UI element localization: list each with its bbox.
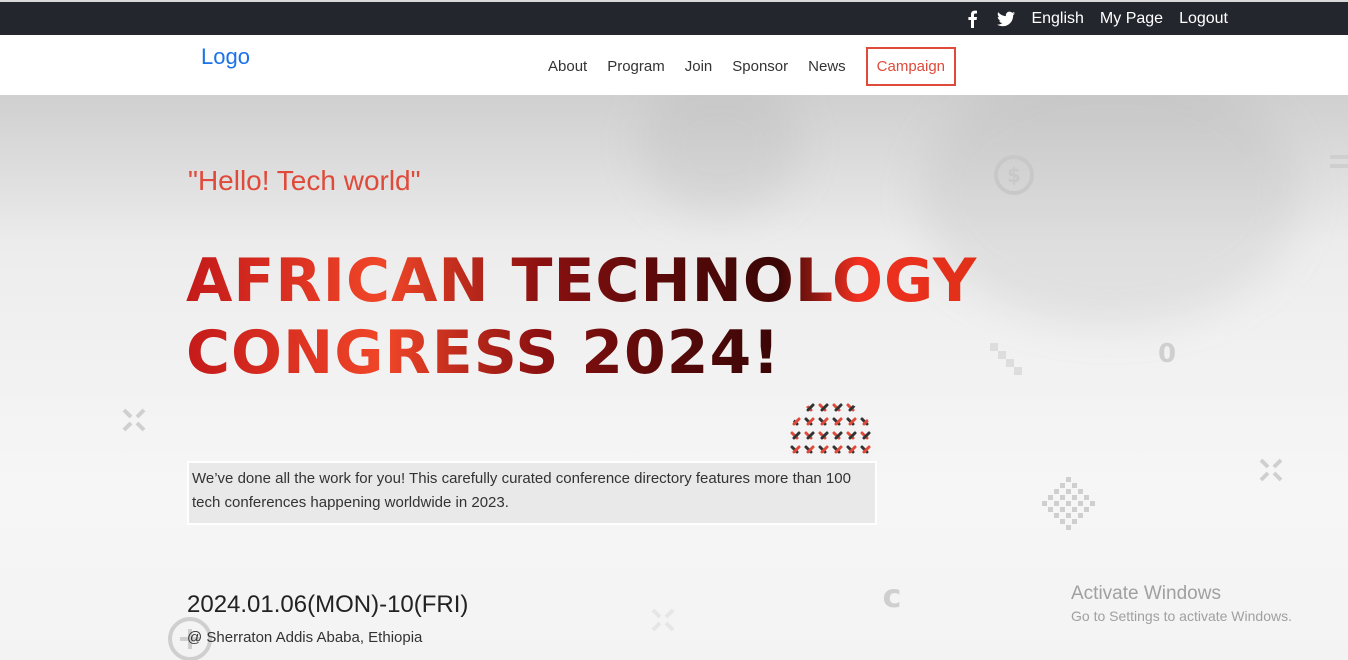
event-venue: @ Sherraton Addis Ababa, Ethiopia bbox=[187, 629, 423, 646]
svg-text:$: $ bbox=[1007, 163, 1021, 187]
watermark-title: Activate Windows bbox=[1071, 583, 1221, 604]
nav-join[interactable]: Join bbox=[685, 48, 713, 86]
nav-news[interactable]: News bbox=[808, 48, 846, 86]
top-utility-bar: English My Page Logout bbox=[0, 0, 1348, 35]
utility-links: English My Page Logout bbox=[963, 2, 1228, 35]
zero-glyph-icon: 0 bbox=[1158, 339, 1176, 366]
cross-arrows-icon bbox=[122, 408, 146, 432]
hero-description: We’ve done all the work for you! This ca… bbox=[187, 461, 877, 525]
hero-section: $ 0 c "Hello! Tech world" AFRICAN TECHNO… bbox=[0, 95, 1348, 660]
nav-program[interactable]: Program bbox=[607, 48, 665, 86]
facebook-icon[interactable] bbox=[963, 10, 981, 28]
logout-link[interactable]: Logout bbox=[1179, 10, 1228, 28]
equals-icon bbox=[1330, 155, 1348, 168]
pixel-cluster-icon bbox=[990, 343, 1022, 375]
patterned-circle-icon bbox=[788, 399, 874, 461]
main-header: Logo About Program Join Sponsor News Cam… bbox=[0, 35, 1348, 95]
windows-activation-watermark: Activate Windows Go to Settings to activ… bbox=[1071, 583, 1292, 624]
nav-campaign[interactable]: Campaign bbox=[865, 47, 957, 86]
hero-title-line2: CONGRESS 2024! bbox=[186, 318, 781, 388]
cross-arrows-icon bbox=[651, 608, 675, 632]
c-glyph-icon: c bbox=[883, 580, 902, 612]
nav-about[interactable]: About bbox=[548, 48, 587, 86]
watermark-subtitle: Go to Settings to activate Windows. bbox=[1071, 608, 1292, 624]
svg-text:c: c bbox=[883, 580, 902, 612]
hero-title-line1: AFRICAN TECHNOLOGY bbox=[186, 246, 978, 316]
dollar-icon: $ bbox=[994, 155, 1034, 195]
main-nav: About Program Join Sponsor News Campaign bbox=[548, 47, 976, 86]
twitter-icon[interactable] bbox=[997, 10, 1016, 28]
event-date: 2024.01.06(MON)-10(FRI) bbox=[187, 591, 469, 618]
cross-arrows-icon bbox=[1259, 458, 1283, 482]
language-link[interactable]: English bbox=[1031, 10, 1083, 28]
mypage-link[interactable]: My Page bbox=[1100, 10, 1163, 28]
svg-text:0: 0 bbox=[1158, 339, 1176, 366]
diamond-dots-icon bbox=[1042, 477, 1095, 530]
site-logo[interactable]: Logo bbox=[201, 44, 250, 70]
hero-title: AFRICAN TECHNOLOGY CONGRESS 2024! bbox=[186, 245, 977, 389]
nav-sponsor[interactable]: Sponsor bbox=[732, 48, 788, 86]
hero-greeting: "Hello! Tech world" bbox=[188, 165, 421, 196]
